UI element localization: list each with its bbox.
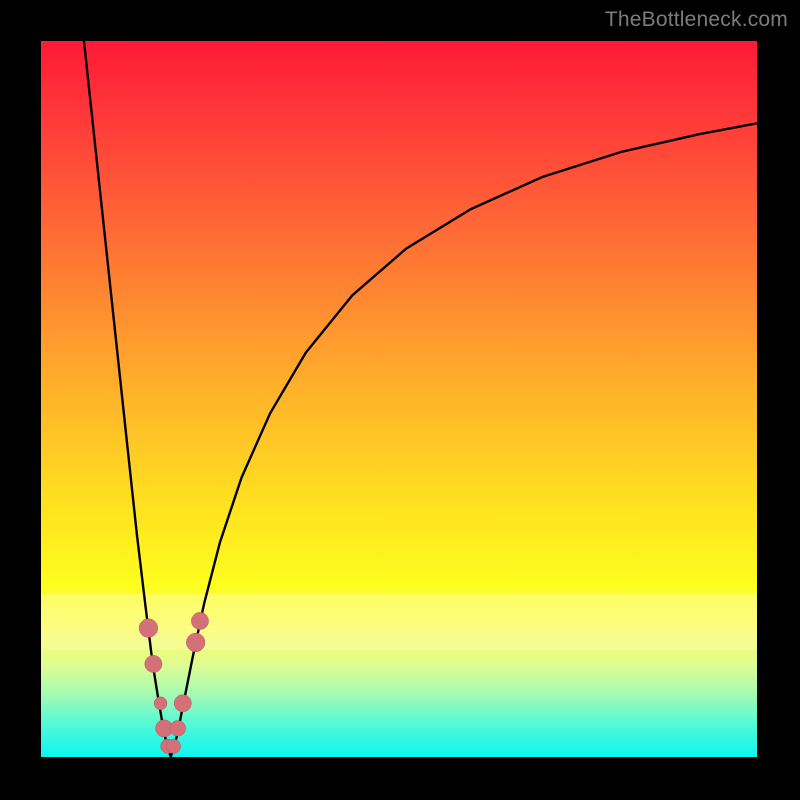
bottleneck-curve [84,41,757,757]
data-marker [166,739,180,753]
data-marker [174,695,191,712]
watermark-text: TheBottleneck.com [605,8,788,32]
data-marker [154,697,167,710]
data-marker [145,655,162,672]
curve-layer [84,41,757,757]
data-marker [186,633,205,652]
marker-layer [139,612,208,753]
plot-area [41,41,757,757]
data-marker [191,612,208,629]
chart-svg [41,41,757,757]
data-marker [139,619,158,638]
chart-frame: TheBottleneck.com [0,0,800,800]
data-marker [170,720,186,736]
